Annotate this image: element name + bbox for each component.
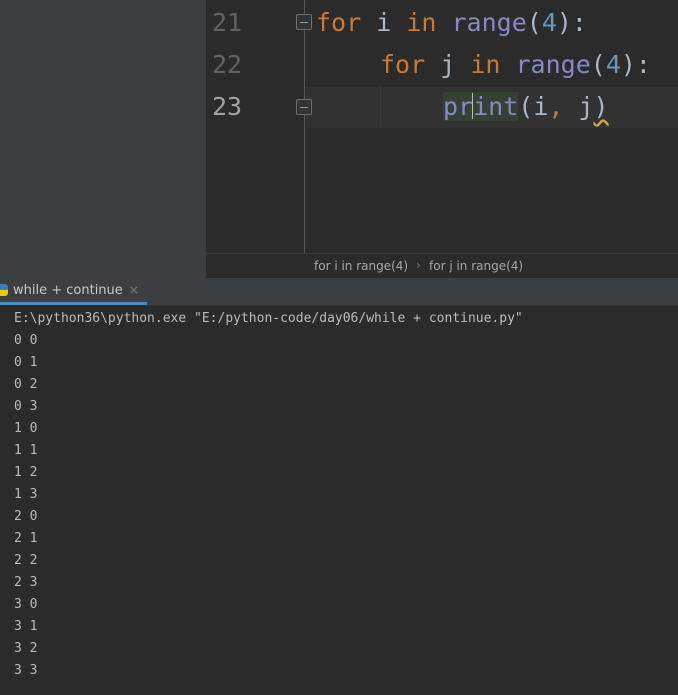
- fold-collapse-icon[interactable]: [296, 14, 312, 30]
- console-output-line: 1 1: [14, 443, 38, 458]
- code-line-22[interactable]: for j in range(4):: [380, 44, 651, 86]
- code-token: j: [425, 50, 471, 79]
- code-line-21[interactable]: for i in range(4):: [316, 2, 587, 44]
- code-token: for: [380, 50, 426, 79]
- console-command-line: E:\python36\python.exe "E:/python-code/d…: [14, 311, 523, 326]
- code-line-23[interactable]: print(i, j): [443, 86, 609, 128]
- console-output-line: 2 2: [14, 553, 38, 568]
- console-output-line: 0 1: [14, 355, 38, 370]
- code-token: 4: [541, 8, 557, 37]
- code-token: 4: [605, 50, 621, 79]
- console-output-line: 2 3: [14, 575, 38, 590]
- line-number: 23: [212, 92, 243, 121]
- run-tab-label: while + continue: [13, 282, 123, 298]
- code-token: ,: [548, 92, 564, 121]
- code-token: (: [526, 8, 542, 37]
- code-token: in: [470, 50, 501, 79]
- breadcrumb-item[interactable]: for i in range(4): [314, 259, 408, 273]
- run-tool-window-tabs: while + continue ×: [0, 278, 678, 306]
- code-token: pr: [443, 92, 474, 121]
- breadcrumb-item[interactable]: for j in range(4): [429, 259, 523, 273]
- python-icon: [0, 284, 8, 296]
- code-token: (: [590, 50, 606, 79]
- console-output-line: 2 1: [14, 531, 38, 546]
- code-token: i: [361, 8, 407, 37]
- console-output-line: 1 3: [14, 487, 38, 502]
- line-number: 21: [212, 8, 243, 37]
- console-output-line: 3 0: [14, 597, 38, 612]
- code-token: j: [563, 92, 594, 121]
- console-output-line: 2 0: [14, 509, 38, 524]
- close-icon[interactable]: ×: [129, 283, 139, 297]
- breadcrumb: for i in range(4) › for j in range(4): [206, 253, 678, 278]
- code-token: int: [473, 92, 519, 121]
- project-panel: [0, 0, 206, 278]
- code-token: ): [593, 92, 609, 121]
- console-output-line: 1 2: [14, 465, 38, 480]
- code-token: (i: [518, 92, 549, 121]
- console-output-line: 0 0: [14, 333, 38, 348]
- code-token: range: [515, 50, 591, 79]
- indent-guide: [380, 86, 381, 127]
- code-editor[interactable]: 21 22 23 for i in range(4): for j in ran…: [206, 0, 678, 253]
- gutter-separator: [304, 0, 305, 253]
- breadcrumb-separator: ›: [416, 258, 421, 272]
- code-token: range: [451, 8, 527, 37]
- fold-end-icon[interactable]: [296, 99, 312, 115]
- code-token: in: [406, 8, 437, 37]
- console-output-line: 0 3: [14, 399, 38, 414]
- code-token: for: [316, 8, 362, 37]
- console-output-line: 3 1: [14, 619, 38, 634]
- code-token: ):: [620, 50, 651, 79]
- run-console[interactable]: E:\python36\python.exe "E:/python-code/d…: [0, 306, 678, 695]
- console-output-line: 3 3: [14, 663, 38, 678]
- run-tab-while-continue[interactable]: while + continue ×: [0, 278, 147, 305]
- console-output-line: 1 0: [14, 421, 38, 436]
- console-output-line: 0 2: [14, 377, 38, 392]
- line-number: 22: [212, 50, 243, 79]
- code-token: ):: [556, 8, 587, 37]
- console-output-line: 3 2: [14, 641, 38, 656]
